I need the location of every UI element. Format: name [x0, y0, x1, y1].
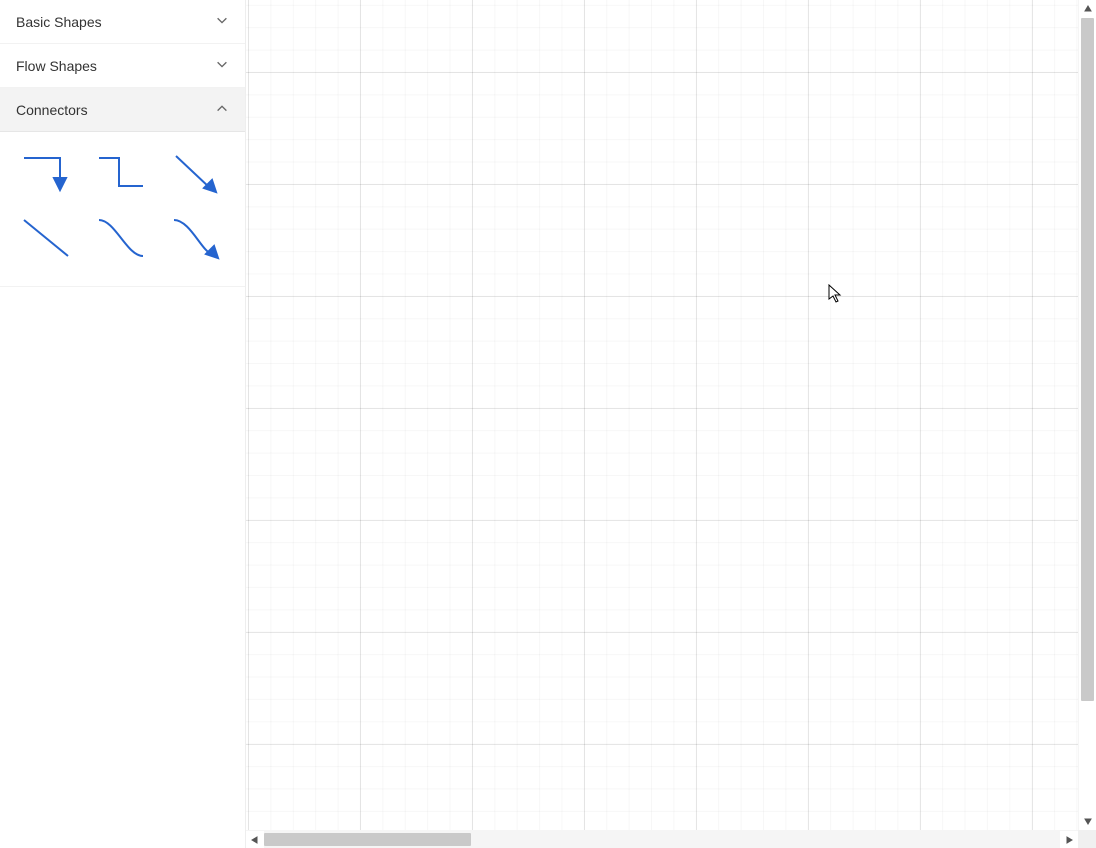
- scrollbar-corner: [1078, 830, 1096, 848]
- accordion-section-connectors[interactable]: Connectors: [0, 88, 245, 287]
- vertical-scrollbar[interactable]: [1078, 0, 1096, 830]
- connectors-grid: [0, 132, 245, 287]
- chevron-down-icon: [215, 57, 229, 74]
- scroll-up-button[interactable]: [1079, 0, 1096, 18]
- horizontal-scrollbar-track[interactable]: [264, 831, 1060, 848]
- diagram-canvas-container: [246, 0, 1096, 848]
- connector-straight-line[interactable]: [18, 214, 74, 262]
- connector-bezier-arrow[interactable]: [168, 214, 224, 262]
- accordion-label-flow-shapes: Flow Shapes: [16, 58, 97, 74]
- diagram-canvas[interactable]: [246, 0, 1078, 830]
- vertical-scrollbar-thumb[interactable]: [1081, 18, 1094, 701]
- vertical-scrollbar-track[interactable]: [1079, 18, 1096, 812]
- accordion-section-flow-shapes[interactable]: Flow Shapes: [0, 44, 245, 88]
- horizontal-scrollbar[interactable]: [246, 830, 1078, 848]
- chevron-up-icon: [215, 101, 229, 118]
- connector-orthogonal-arrow[interactable]: [18, 150, 74, 198]
- chevron-down-icon: [215, 13, 229, 30]
- connector-orthogonal-line[interactable]: [93, 150, 149, 198]
- accordion-section-basic-shapes[interactable]: Basic Shapes: [0, 0, 245, 44]
- horizontal-scrollbar-thumb[interactable]: [264, 833, 471, 846]
- connector-straight-arrow[interactable]: [168, 150, 224, 198]
- accordion-label-connectors: Connectors: [16, 102, 88, 118]
- scroll-down-button[interactable]: [1079, 812, 1096, 830]
- shapes-panel: Basic Shapes Flow Shapes Connectors: [0, 0, 246, 848]
- scroll-right-button[interactable]: [1060, 831, 1078, 848]
- accordion-label-basic-shapes: Basic Shapes: [16, 14, 102, 30]
- connector-bezier-line[interactable]: [93, 214, 149, 262]
- scroll-left-button[interactable]: [246, 831, 264, 848]
